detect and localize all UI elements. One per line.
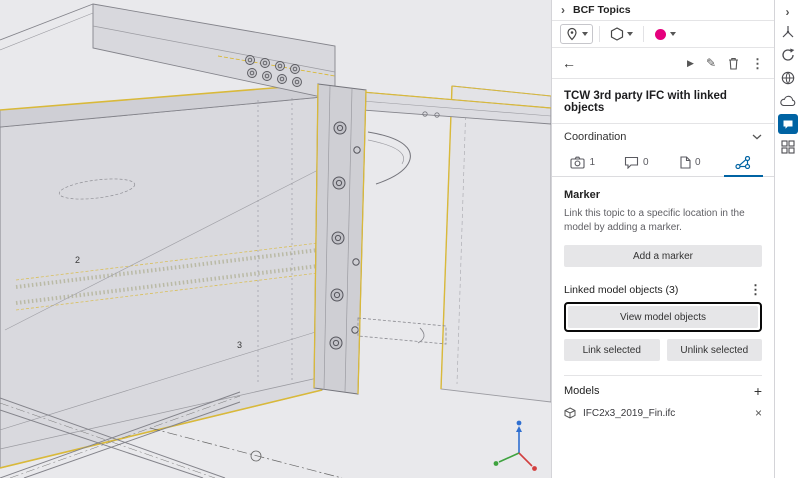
tab-documents[interactable]: 0 [663, 148, 717, 176]
caret-down-icon [582, 32, 588, 36]
model-cube-icon [564, 407, 576, 419]
add-marker-button[interactable]: Add a marker [564, 245, 762, 267]
panel-content: Marker Link this topic to a specific loc… [552, 177, 774, 478]
caret-down-icon [670, 32, 676, 36]
coordination-label: Coordination [564, 131, 626, 143]
color-picker-button[interactable] [650, 26, 680, 43]
axis-tool-icon [780, 24, 796, 40]
rail-apps-button[interactable] [776, 136, 800, 158]
documents-count: 0 [695, 157, 701, 168]
remove-model-button[interactable]: × [755, 407, 762, 419]
linked-objects-icon [735, 156, 751, 169]
model-name: IFC2x3_2019_Fin.ifc [583, 408, 748, 419]
apps-grid-icon [781, 140, 795, 154]
marker-description: Link this topic to a specific location i… [564, 207, 762, 234]
chevron-down-icon [752, 134, 762, 140]
document-icon [679, 156, 691, 169]
link-buttons-row: Link selected Unlink selected [564, 339, 762, 361]
globe-icon [780, 70, 796, 86]
right-plate [441, 86, 551, 402]
models-section: Models + IFC2x3_2019_Fin.ifc × [564, 375, 762, 419]
linked-objects-header: Linked model objects (3) ⋮ [564, 283, 762, 296]
add-model-button[interactable]: + [754, 384, 762, 398]
snapshots-count: 1 [589, 157, 595, 168]
topic-nav-row: ← ▶ ✎ ⋮ [552, 48, 774, 79]
bcf-topics-panel: › BCF Topics [551, 0, 774, 478]
rail-sync-button[interactable] [776, 44, 800, 66]
unlink-selected-button[interactable]: Unlink selected [667, 339, 763, 361]
tab-snapshots[interactable]: 1 [556, 148, 610, 176]
app-root: 2 3 › BCF Topics [0, 0, 800, 478]
model-viewport[interactable]: 2 3 [0, 0, 551, 478]
edit-button[interactable]: ✎ [706, 57, 716, 69]
rail-cloud-button[interactable] [776, 90, 800, 112]
markup-toolbar [552, 21, 774, 48]
color-swatch-icon [654, 28, 667, 41]
link-selected-button[interactable]: Link selected [564, 339, 660, 361]
rail-axis-tool-button[interactable] [776, 21, 800, 43]
linked-objects-heading: Linked model objects (3) [564, 284, 678, 296]
toolbar-divider [643, 26, 644, 42]
models-heading: Models [564, 385, 599, 397]
stiffener-label: 3 [237, 340, 242, 350]
play-button[interactable]: ▶ [687, 59, 694, 68]
delete-button[interactable] [728, 57, 739, 70]
back-button[interactable]: ← [562, 55, 576, 71]
topic-title: TCW 3rd party IFC with linked objects [552, 79, 774, 124]
panel-collapse-icon[interactable]: › [561, 4, 565, 16]
model-viewport-canvas[interactable]: 2 3 [0, 0, 551, 478]
tutorial-highlight-box: View model objects [564, 302, 762, 332]
toolbar-divider [599, 26, 600, 42]
panel-header: › BCF Topics [552, 0, 774, 21]
model-list-item[interactable]: IFC2x3_2019_Fin.ifc × [564, 407, 762, 419]
marker-tool-button[interactable] [560, 24, 593, 44]
camera-icon [570, 156, 585, 169]
coordination-section-header[interactable]: Coordination [552, 124, 774, 148]
linked-objects-menu-button[interactable]: ⋮ [749, 283, 762, 296]
panel-title: BCF Topics [573, 4, 631, 16]
rail-bcf-topics-button[interactable] [776, 113, 800, 135]
right-rail: › [774, 0, 800, 478]
column [314, 84, 366, 394]
comments-count: 0 [643, 157, 649, 168]
rail-web-button[interactable] [776, 67, 800, 89]
topic-tabs: 1 0 0 [552, 148, 774, 177]
marker-heading: Marker [564, 189, 762, 201]
models-header: Models + [564, 384, 762, 398]
bcf-topics-icon [782, 119, 794, 130]
rail-collapse-button[interactable]: › [776, 3, 800, 20]
cloud-icon [779, 95, 797, 107]
shape-tool-button[interactable] [606, 25, 637, 43]
comment-icon [624, 156, 639, 169]
view-model-objects-button[interactable]: View model objects [568, 306, 758, 328]
bcf-topics-active-tile [778, 114, 798, 134]
hexagon-icon [610, 27, 624, 41]
girder-label: 2 [75, 255, 80, 265]
sync-icon [780, 47, 796, 63]
marker-tool-icon [565, 27, 579, 41]
caret-down-icon [627, 32, 633, 36]
more-options-button[interactable]: ⋮ [751, 57, 764, 70]
tab-comments[interactable]: 0 [610, 148, 664, 176]
tab-linked-objects[interactable] [717, 148, 771, 176]
trash-icon [728, 57, 739, 70]
